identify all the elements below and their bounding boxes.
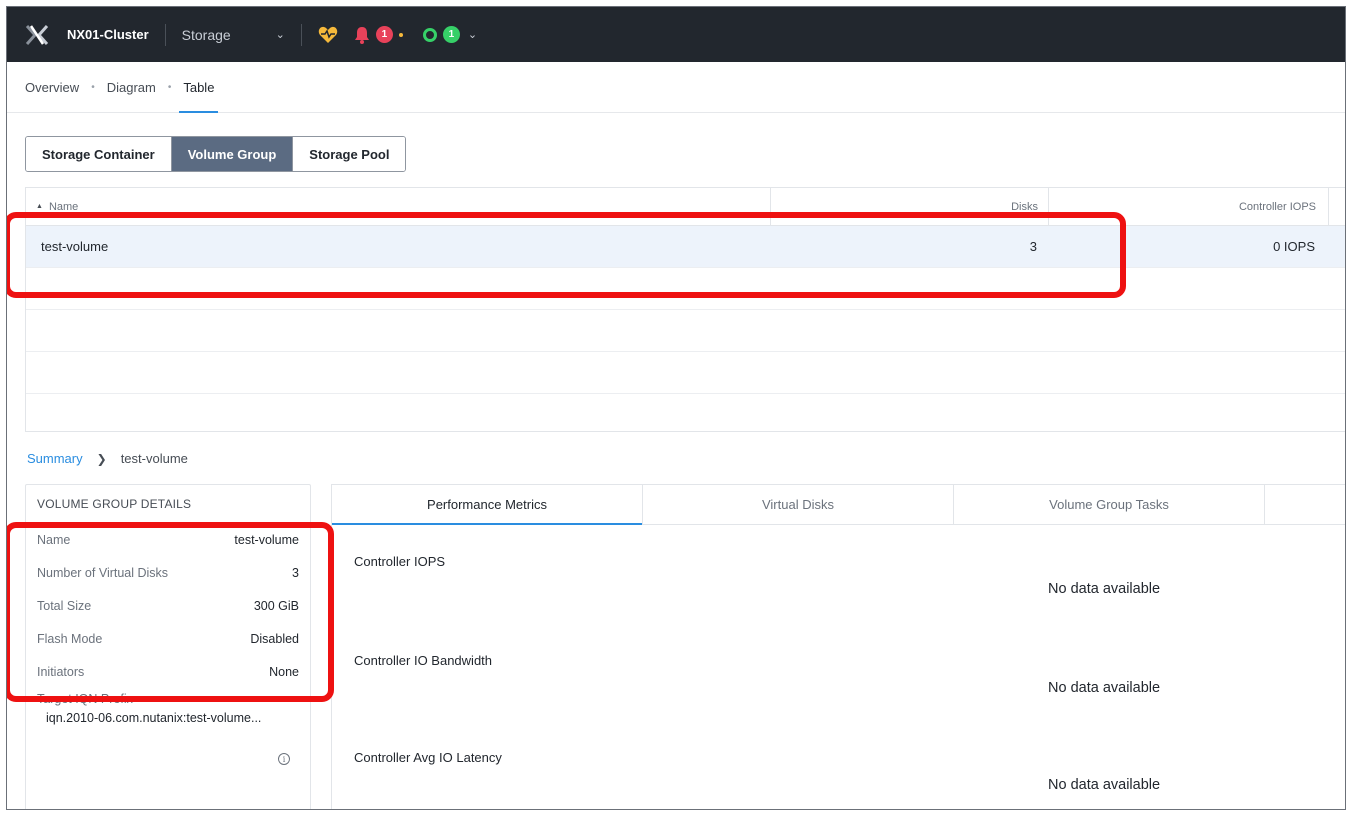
chevron-down-icon[interactable]: ⌄ xyxy=(468,28,477,41)
detail-row-total-size: Total Size 300 GiB xyxy=(37,598,299,613)
chart-label-controller-avg-io-latency: Controller Avg IO Latency xyxy=(354,750,502,765)
breadcrumb-summary-link[interactable]: Summary xyxy=(27,451,83,466)
cluster-name[interactable]: NX01-Cluster xyxy=(67,27,149,42)
table-header: ▲ Name Disks Controller IOPS xyxy=(26,188,1345,226)
detail-row-virtual-disks: Number of Virtual Disks 3 xyxy=(37,565,299,580)
nutanix-logo-icon[interactable] xyxy=(23,21,51,49)
breadcrumb: Summary ❯ test-volume xyxy=(27,451,188,466)
chart-label-controller-io-bandwidth: Controller IO Bandwidth xyxy=(354,653,493,668)
info-icon[interactable]: i xyxy=(278,753,290,765)
table-row[interactable]: test-volume 3 0 IOPS xyxy=(26,226,1345,268)
app-selector[interactable]: Storage xyxy=(182,27,272,43)
tab-performance-metrics[interactable]: Performance Metrics xyxy=(332,485,643,525)
storage-container-button[interactable]: Storage Container xyxy=(26,137,172,171)
tasks-ring-icon[interactable] xyxy=(422,27,437,42)
chevron-down-icon[interactable]: ⌄ xyxy=(276,28,285,41)
column-header-name[interactable]: ▲ Name xyxy=(26,188,771,225)
entity-type-toggle: Storage Container Volume Group Storage P… xyxy=(25,136,407,172)
column-header-disks[interactable]: Disks xyxy=(771,188,1049,225)
alerts-bell-icon[interactable] xyxy=(354,26,370,44)
cell-iops: 0 IOPS xyxy=(1273,239,1315,254)
chart-empty-state: No data available xyxy=(1048,581,1161,597)
metrics-tabs: Performance Metrics Virtual Disks Volume… xyxy=(332,485,1345,525)
top-bar: NX01-Cluster Storage ⌄ 1 1 ⌄ xyxy=(7,7,1345,62)
cell-disks: 3 xyxy=(1029,239,1037,254)
alerts-count-badge[interactable]: 1 xyxy=(375,26,393,43)
details-title: VOLUME GROUP DETAILS xyxy=(26,485,310,523)
chart-empty-state: No data available xyxy=(1048,777,1161,793)
sub-navigation: Overview • Diagram • Table xyxy=(7,62,1345,113)
storage-pool-button[interactable]: Storage Pool xyxy=(293,137,406,171)
nav-separator: • xyxy=(91,81,95,93)
sort-ascending-icon[interactable]: ▲ xyxy=(36,203,43,210)
divider xyxy=(164,23,166,46)
nav-diagram[interactable]: Diagram xyxy=(107,62,156,113)
breadcrumb-current: test-volume xyxy=(120,451,188,466)
target-iqn-value: iqn.2010-06.com.nutanix:test-volume... xyxy=(46,711,262,725)
metrics-panel: Performance Metrics Virtual Disks Volume… xyxy=(331,484,1345,809)
app-window: NX01-Cluster Storage ⌄ 1 1 ⌄ Overview • … xyxy=(6,6,1346,810)
health-heart-icon[interactable] xyxy=(318,26,338,44)
volume-group-details-card: VOLUME GROUP DETAILS Name test-volume Nu… xyxy=(25,484,311,809)
column-header-controller-iops[interactable]: Controller IOPS xyxy=(1049,188,1329,225)
detail-row-name: Name test-volume xyxy=(37,532,299,547)
volume-group-button[interactable]: Volume Group xyxy=(171,137,294,171)
volume-group-table: ▲ Name Disks Controller IOPS test-volume… xyxy=(25,187,1345,432)
table-row-empty xyxy=(26,268,1345,310)
status-dot-icon xyxy=(398,32,403,37)
nav-separator: • xyxy=(167,81,172,93)
target-iqn-label: Target IQN Prefix xyxy=(37,692,133,706)
nav-overview[interactable]: Overview xyxy=(25,62,79,113)
chevron-right-icon: ❯ xyxy=(96,451,107,466)
tab-volume-group-tasks[interactable]: Volume Group Tasks xyxy=(954,485,1265,524)
cell-name: test-volume xyxy=(41,239,109,254)
detail-row-flash-mode: Flash Mode Disabled xyxy=(37,631,299,646)
tasks-count-badge[interactable]: 1 xyxy=(442,26,460,43)
detail-row-initiators: Initiators None xyxy=(37,664,299,679)
tab-virtual-disks[interactable]: Virtual Disks xyxy=(643,485,954,524)
chart-empty-state: No data available xyxy=(1048,680,1161,696)
chart-label-controller-iops: Controller IOPS xyxy=(354,554,446,569)
nav-table[interactable]: Table xyxy=(179,62,219,113)
table-row-empty xyxy=(26,310,1345,352)
table-row-empty xyxy=(26,352,1345,394)
divider xyxy=(300,23,302,46)
